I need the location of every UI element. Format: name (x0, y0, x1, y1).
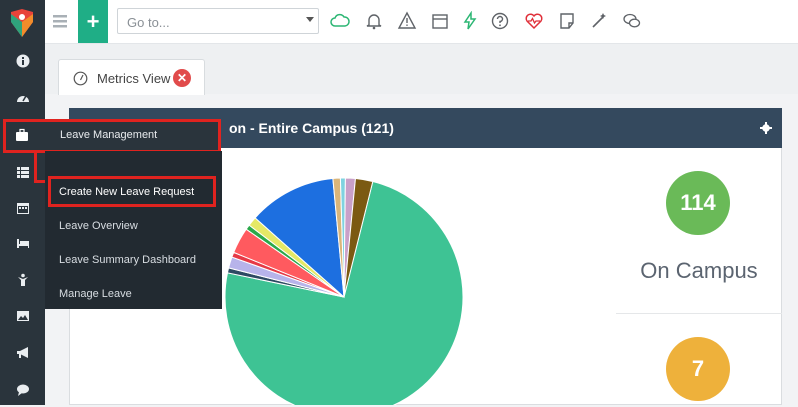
close-icon[interactable]: ✕ (173, 69, 191, 87)
stat-value-badge: 114 (666, 171, 730, 235)
highlight-box (48, 176, 216, 207)
menu-item-leave-summary-dashboard[interactable]: Leave Summary Dashboard (45, 245, 222, 275)
menu-icon[interactable] (50, 10, 70, 32)
chat-icon (16, 384, 29, 396)
pie-chart (224, 177, 464, 405)
help-icon[interactable] (490, 11, 510, 31)
bed-icon (16, 239, 29, 248)
stat-value-badge: 7 (666, 337, 730, 401)
rail-megaphone[interactable] (0, 336, 45, 370)
info-icon (16, 54, 29, 68)
rail-dashboard[interactable] (0, 81, 45, 115)
briefcase-icon (16, 128, 28, 141)
tab-label: Metrics View (97, 71, 171, 86)
magic-wand-icon[interactable] (589, 11, 609, 31)
rail-bed[interactable] (0, 226, 45, 260)
tab-metrics-view[interactable]: Metrics View ✕ (58, 59, 205, 95)
gauge-icon (73, 71, 88, 86)
rail-calendar[interactable] (0, 191, 45, 225)
bell-icon[interactable] (364, 11, 384, 31)
rail-image[interactable] (0, 299, 45, 333)
table-icon (16, 167, 29, 178)
leave-submenu: Create New Leave Request Leave Overview … (45, 151, 222, 309)
warning-icon[interactable] (397, 11, 417, 31)
lightning-icon[interactable] (460, 11, 480, 31)
stat-card-second: 7 (616, 314, 782, 405)
menu-leave-management[interactable]: Leave Management (3, 119, 221, 153)
app-logo[interactable] (9, 8, 35, 38)
stat-value: 114 (680, 190, 716, 215)
add-new-button[interactable]: + (78, 0, 108, 43)
chat-icon[interactable] (622, 11, 642, 31)
goto-input[interactable] (125, 12, 299, 32)
rail-info[interactable] (0, 44, 45, 78)
panel-title: on - Entire Campus (121) (229, 120, 394, 136)
menu-header-label: Leave Management (60, 129, 158, 141)
megaphone-icon (16, 347, 28, 358)
stat-value: 7 (691, 356, 705, 381)
menu-item-label: Leave Summary Dashboard (59, 254, 196, 266)
rail-chat[interactable] (0, 373, 45, 407)
rail-person[interactable] (0, 263, 45, 297)
menu-item-manage-leave[interactable]: Manage Leave (45, 279, 222, 309)
image-icon (16, 311, 29, 321)
calendar-icon[interactable] (430, 11, 450, 31)
gear-icon[interactable] (760, 122, 772, 134)
goto-select[interactable] (117, 8, 319, 34)
menu-item-label: Leave Overview (59, 220, 138, 232)
menu-item-label: Manage Leave (59, 288, 132, 300)
menu-item-leave-overview[interactable]: Leave Overview (45, 211, 222, 241)
note-icon[interactable] (557, 11, 577, 31)
person-icon (17, 273, 28, 286)
chevron-down-icon (306, 17, 314, 22)
heart-pulse-icon[interactable] (524, 11, 544, 31)
calendar-icon (16, 203, 29, 214)
stat-label: On Campus (640, 258, 758, 283)
dashboard-icon (16, 95, 29, 102)
cloud-icon[interactable] (330, 11, 350, 31)
stat-card-on-campus: 114 On Campus (616, 148, 782, 314)
